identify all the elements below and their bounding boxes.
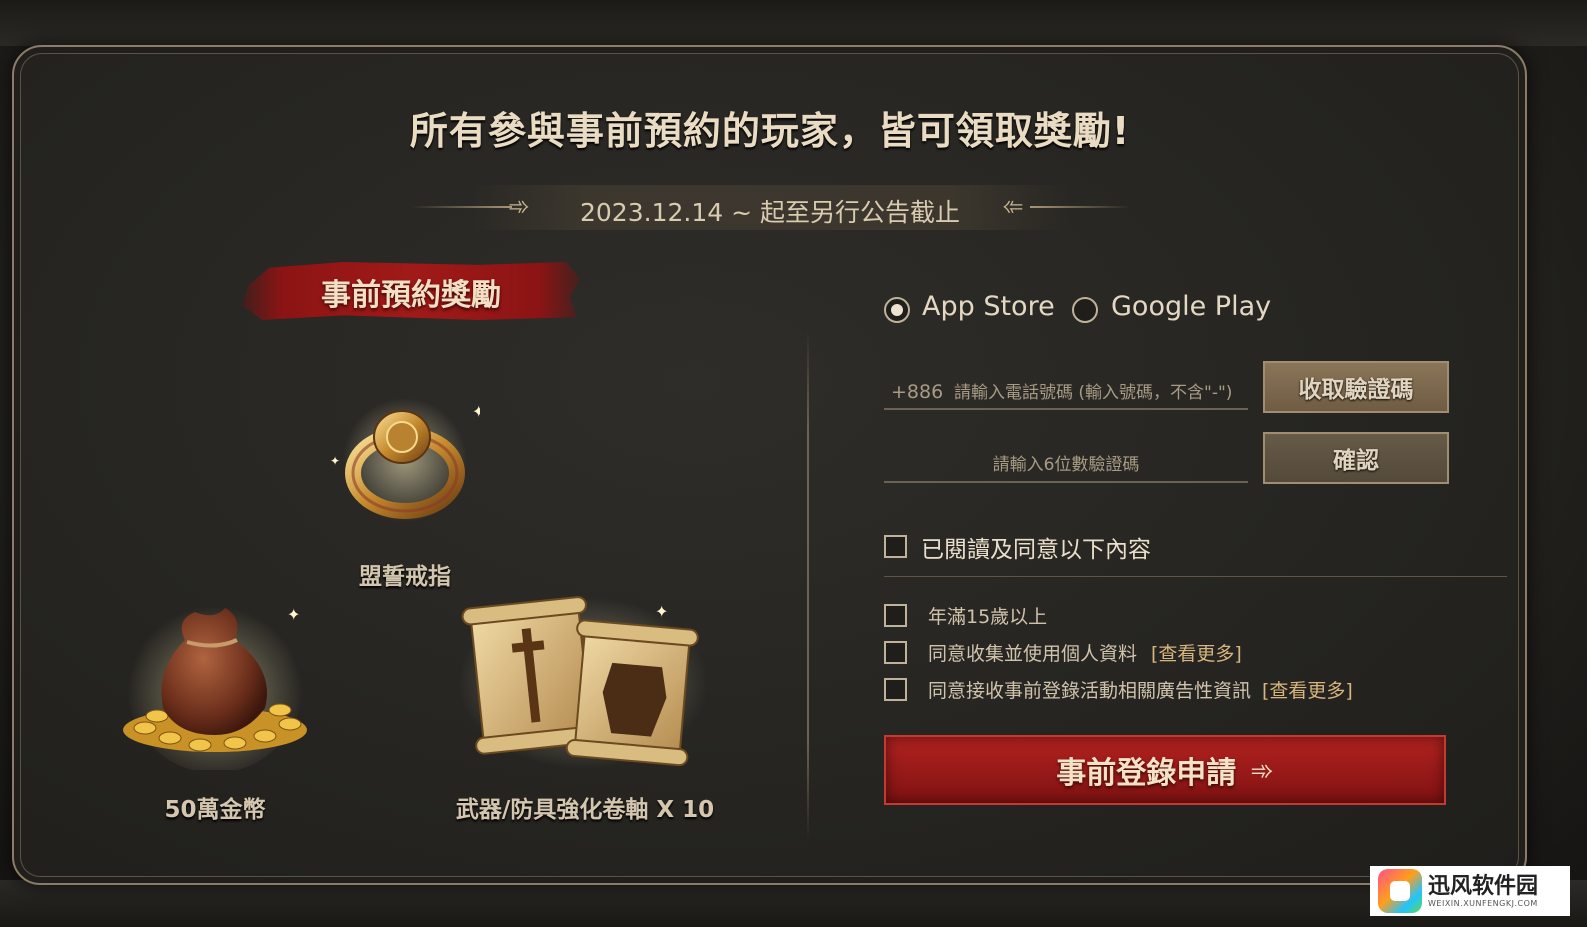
code-input-underline <box>884 481 1248 483</box>
term-personal-data-label[interactable]: 同意收集並使用個人資料 <box>928 639 1137 666</box>
ads-more-link[interactable]: [查看更多] <box>1262 676 1353 703</box>
scroll-icon: ✦ <box>458 596 708 769</box>
phone-input-underline <box>884 408 1248 410</box>
term-ads-label[interactable]: 同意接收事前登錄活動相關廣告性資訊 <box>928 676 1251 703</box>
reward-label-gold: 50萬金幣 <box>164 797 266 823</box>
ring-icon: ✦ ✦ <box>330 398 480 522</box>
personal-data-more-link[interactable]: [查看更多] <box>1151 639 1242 666</box>
gold-bag-icon: ✦ <box>123 597 307 770</box>
get-code-button[interactable]: 收取驗證碼 <box>1263 361 1449 413</box>
confirm-button[interactable]: 確認 <box>1263 432 1449 484</box>
submit-label: 事前登錄申請 <box>1056 756 1237 791</box>
section-divider <box>807 330 809 840</box>
checkbox-personal-data[interactable] <box>884 641 907 664</box>
date-line-right <box>1030 206 1130 208</box>
radio-app-store[interactable] <box>884 297 910 323</box>
phone-prefix: +886 <box>891 381 944 403</box>
background-bottom <box>0 880 1587 927</box>
background-top <box>0 0 1587 46</box>
phone-input[interactable]: +886 請輸入電話號碼 (輸入號碼，不含"-") <box>891 378 1232 403</box>
watermark-url: WEIXIN.XUNFENGKJ.COM <box>1428 898 1538 908</box>
terms-separator <box>884 576 1507 577</box>
checkbox-ads[interactable] <box>884 678 907 701</box>
submit-preregistration-button[interactable]: 事前登錄申請 ➾ <box>884 735 1446 805</box>
watermark-name: 迅风软件园 <box>1428 873 1539 899</box>
arrow-left-icon: ➾ <box>1002 192 1024 222</box>
phone-placeholder: 請輸入電話號碼 (輸入號碼，不含"-") <box>954 383 1233 403</box>
event-date-range: 2023.12.14 ~ 起至另行公告截止 <box>580 198 960 227</box>
checkbox-age[interactable] <box>884 604 907 627</box>
checkbox-agree-all[interactable] <box>884 535 907 558</box>
code-input[interactable]: 請輸入6位數驗證碼 <box>884 450 1248 475</box>
radio-label-google-play[interactable]: Google Play <box>1111 291 1271 322</box>
svg-text:✦: ✦ <box>287 605 300 624</box>
svg-text:✦: ✦ <box>655 602 668 621</box>
watermark: 迅风软件园 WEIXIN.XUNFENGKJ.COM <box>1370 866 1570 916</box>
reward-label-scroll: 武器/防具強化卷軸 X 10 <box>455 797 715 823</box>
page-title: 所有參與事前預約的玩家，皆可領取獎勵! <box>409 109 1131 153</box>
svg-text:✦: ✦ <box>472 402 480 421</box>
term-age-label[interactable]: 年滿15歲以上 <box>928 602 1047 629</box>
radio-label-app-store[interactable]: App Store <box>922 291 1055 322</box>
svg-text:✦: ✦ <box>330 454 340 468</box>
watermark-logo-icon <box>1378 869 1422 913</box>
agree-all-label[interactable]: 已閱讀及同意以下內容 <box>921 530 1151 564</box>
radio-google-play[interactable] <box>1072 297 1098 323</box>
reward-label-ring: 盟誓戒指 <box>359 564 451 590</box>
rewards-title: 事前預約獎勵 <box>321 278 501 313</box>
arrow-right-icon: ➾ <box>1250 753 1274 787</box>
